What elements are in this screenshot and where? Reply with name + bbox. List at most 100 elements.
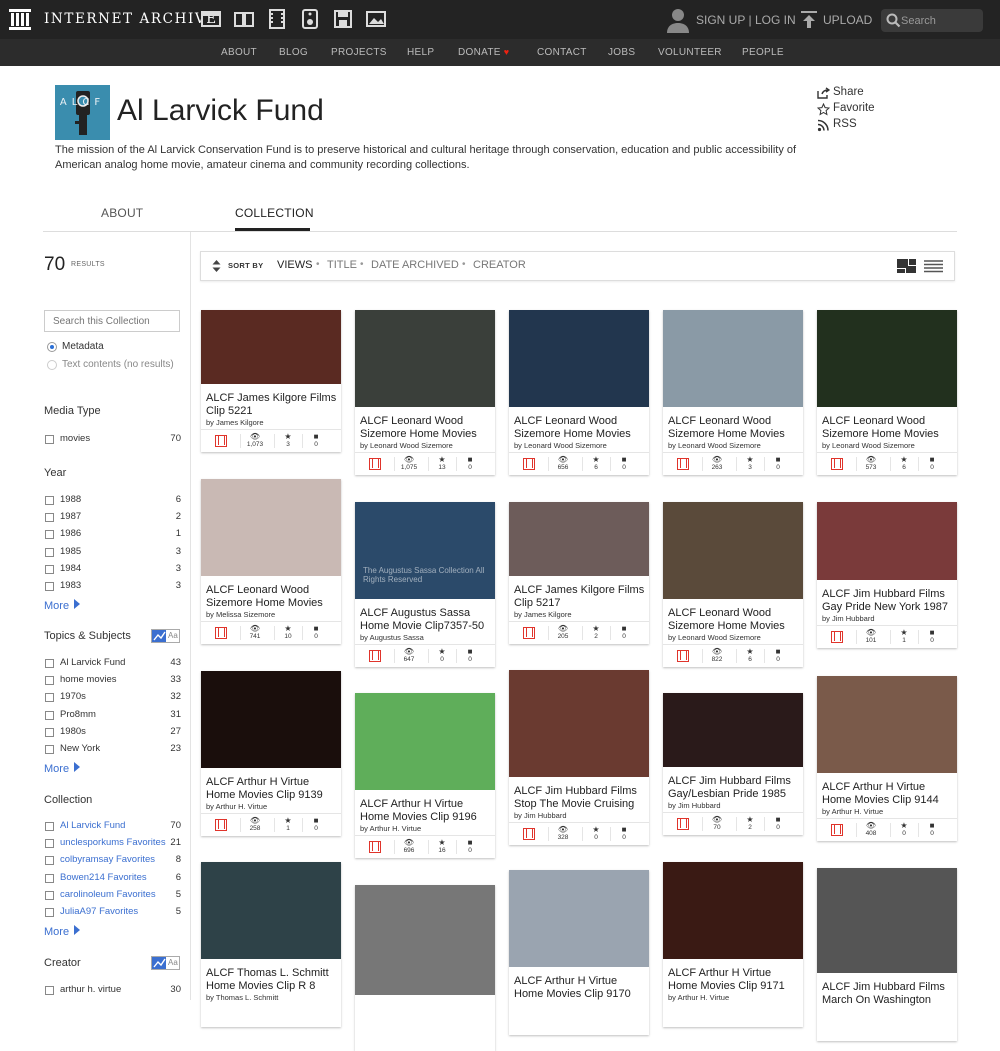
facet-label[interactable]: 1988 — [60, 494, 81, 505]
item-thumbnail[interactable] — [355, 885, 495, 995]
facet-label[interactable]: arthur h. virtue — [60, 984, 121, 995]
item-thumbnail[interactable] — [355, 693, 495, 790]
facet-label[interactable]: Bowen214 Favorites — [60, 872, 147, 883]
item-tile[interactable]: ALCF Arthur H Virtue Home Movies Clip 91… — [509, 870, 649, 1035]
web-icon[interactable] — [200, 8, 222, 30]
texts-icon[interactable] — [233, 8, 255, 30]
facet-checkbox[interactable] — [45, 530, 54, 540]
sort-date-archived[interactable]: DATE ARCHIVED — [371, 259, 459, 271]
item-thumbnail[interactable] — [663, 310, 803, 407]
sort-direction-icon[interactable] — [212, 259, 221, 273]
item-title[interactable]: ALCF Leonard Wood Sizemore Home Movies — [668, 415, 802, 440]
nav-volunteer[interactable]: VOLUNTEER — [658, 47, 722, 58]
facet-checkbox[interactable] — [45, 564, 54, 574]
item-thumbnail[interactable] — [509, 502, 649, 576]
facet-checkbox[interactable] — [45, 856, 54, 866]
facet-label[interactable]: 1980s — [60, 726, 86, 737]
item-thumbnail[interactable] — [817, 502, 957, 580]
item-thumbnail[interactable] — [817, 310, 957, 407]
facet-label[interactable]: Al Larvick Fund — [60, 657, 125, 668]
facet-label[interactable]: home movies — [60, 674, 117, 685]
sign-up-link[interactable]: SIGN UP — [696, 13, 745, 27]
tab-collection[interactable]: COLLECTION — [235, 206, 314, 220]
facet-checkbox[interactable] — [45, 890, 54, 900]
item-thumbnail[interactable] — [509, 870, 649, 967]
facet-checkbox[interactable] — [45, 659, 54, 668]
facet-checkbox[interactable] — [45, 745, 54, 754]
item-tile[interactable]: ALCF James Kilgore Films Clip 5221 by Jam… — [201, 310, 341, 452]
facet-more-link[interactable]: More — [44, 925, 81, 938]
facet-checkbox[interactable] — [45, 496, 54, 505]
chart-view-icon[interactable] — [152, 957, 166, 969]
item-tile[interactable]: ALCF James Kilgore Films Clip 5217 by Jam… — [509, 502, 649, 644]
sort-title[interactable]: TITLE — [327, 259, 357, 271]
item-tile[interactable]: ALCF Leonard Wood Sizemore Home Movies by… — [663, 310, 803, 475]
item-tile[interactable]: ALCF Arthur H Virtue Home Movies Clip 91… — [663, 862, 803, 1027]
facet-label[interactable]: Al Larvick Fund — [60, 820, 125, 831]
facet-checkbox[interactable] — [45, 908, 54, 917]
facet-view-toggle[interactable]: Aa — [151, 629, 180, 643]
item-thumbnail[interactable] — [201, 310, 341, 384]
search-icon[interactable] — [886, 13, 901, 28]
item-tile[interactable]: ALCF Jim Hubbard Films Stop The Movie Cr… — [509, 670, 649, 845]
facet-checkbox[interactable] — [45, 547, 54, 557]
search-input[interactable] — [901, 12, 979, 29]
item-tile[interactable]: ALCF Leonard Wood Sizemore Home Movies by… — [201, 479, 341, 644]
facet-label[interactable]: 1986 — [60, 528, 81, 539]
facet-label[interactable]: 1970s — [60, 691, 86, 702]
item-thumbnail[interactable] — [201, 671, 341, 768]
item-title[interactable]: ALCF Arthur H Virtue Home Movies Clip 91… — [206, 776, 340, 801]
item-tile[interactable]: ALCF Arthur H Virtue Home Movies Clip 91… — [201, 671, 341, 836]
item-title[interactable]: ALCF Jim Hubbard Films March On Washingt… — [822, 981, 956, 1006]
facet-checkbox[interactable] — [45, 873, 54, 883]
upload-link[interactable]: UPLOAD — [823, 13, 872, 27]
sort-views[interactable]: VIEWS — [277, 259, 312, 271]
item-title[interactable]: ALCF Thomas L. Schmitt Home Movies Clip … — [206, 967, 340, 992]
images-icon[interactable] — [365, 8, 387, 30]
item-tile[interactable] — [355, 885, 495, 1051]
audio-icon[interactable] — [299, 8, 321, 30]
item-title[interactable]: ALCF Leonard Wood Sizemore Home Movies — [822, 415, 956, 440]
facet-label[interactable]: colbyramsay Favorites — [60, 854, 155, 865]
sort-creator[interactable]: CREATOR — [473, 259, 526, 271]
software-icon[interactable] — [332, 8, 354, 30]
item-thumbnail[interactable] — [817, 676, 957, 773]
nav-blog[interactable]: BLOG — [279, 47, 308, 58]
item-thumbnail[interactable] — [663, 502, 803, 599]
item-title[interactable]: ALCF Arthur H Virtue Home Movies Clip 91… — [514, 975, 648, 1000]
item-thumbnail[interactable] — [663, 862, 803, 959]
item-tile[interactable]: ALCF Jim Hubbard Films Gay Pride New Yor… — [817, 502, 957, 648]
facet-checkbox[interactable] — [45, 710, 54, 720]
item-tile[interactable]: ALCF Thomas L. Schmitt Home Movies Clip … — [201, 862, 341, 1027]
text-view-icon[interactable]: Aa — [168, 958, 178, 967]
facet-label[interactable]: carolinoleum Favorites — [60, 889, 156, 900]
facet-label[interactable]: 1983 — [60, 580, 81, 591]
item-title[interactable]: ALCF Jim Hubbard Films Stop The Movie Cr… — [514, 785, 648, 810]
item-title[interactable]: ALCF Arthur H Virtue Home Movies Clip 91… — [360, 798, 494, 823]
item-title[interactable]: ALCF Leonard Wood Sizemore Home Movies — [514, 415, 648, 440]
item-thumbnail[interactable] — [201, 862, 341, 959]
facet-more-link[interactable]: More — [44, 599, 81, 612]
upload-icon[interactable] — [799, 10, 819, 30]
nav-contact[interactable]: CONTACT — [537, 47, 587, 58]
metadata-radio[interactable] — [47, 342, 57, 352]
internet-archive-logo-icon[interactable] — [8, 7, 32, 31]
facet-label[interactable]: 1987 — [60, 511, 81, 522]
item-thumbnail[interactable] — [509, 310, 649, 407]
item-thumbnail[interactable]: The Augustus Sassa Collection All Rights… — [355, 502, 495, 599]
item-title[interactable]: ALCF Leonard Wood Sizemore Home Movies — [206, 584, 340, 609]
user-avatar-icon[interactable] — [665, 6, 691, 34]
text-contents-radio[interactable] — [47, 360, 57, 370]
item-title[interactable]: ALCF Arthur H Virtue Home Movies Clip 91… — [668, 967, 802, 992]
collection-search-input[interactable] — [44, 310, 180, 332]
log-in-link[interactable]: LOG IN — [755, 13, 796, 27]
facet-label[interactable]: JuliaA97 Favorites — [60, 906, 138, 917]
nav-people[interactable]: PEOPLE — [742, 47, 784, 58]
facet-label[interactable]: movies — [60, 433, 90, 444]
tile-view-icon[interactable] — [897, 259, 916, 273]
facet-label[interactable]: Pro8mm — [60, 709, 96, 720]
facet-label[interactable]: New York — [60, 743, 100, 754]
item-tile[interactable]: The Augustus Sassa Collection All Rights… — [355, 502, 495, 667]
facet-checkbox[interactable] — [45, 676, 54, 686]
facet-checkbox[interactable] — [45, 986, 54, 995]
